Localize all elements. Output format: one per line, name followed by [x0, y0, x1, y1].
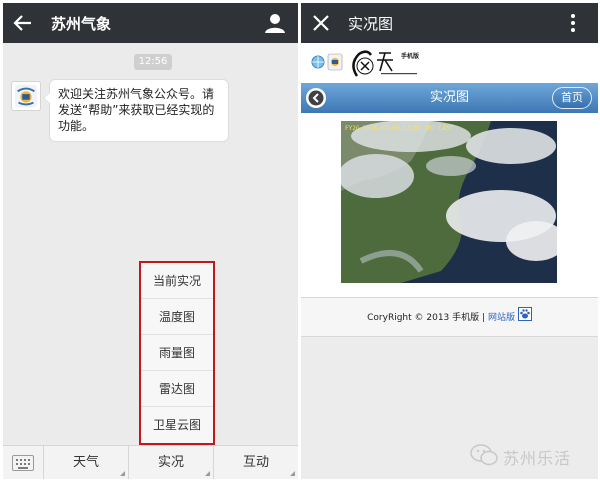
webview-panel: 实况图 手机版 实况图 首页 FY2G 2016-03-05 07:01 IR1… — [301, 3, 598, 479]
page-footer: CoryRight © 2013 手机版 | 网站版 — [301, 297, 598, 337]
tab-live[interactable]: 实况 — [128, 446, 213, 479]
page-navbar: 实况图 首页 — [301, 83, 598, 113]
weather-logo-icon — [327, 53, 343, 71]
back-arrow-icon[interactable] — [11, 11, 35, 35]
mobile-version-text: 手机版 — [452, 313, 480, 323]
close-icon[interactable] — [311, 13, 331, 33]
watermark: 苏州乐活 — [469, 444, 579, 468]
menu-item-satellite[interactable]: 卫星云图 — [141, 407, 213, 443]
tab-weather[interactable]: 天气 — [43, 446, 128, 479]
submenu-indicator-icon — [205, 471, 210, 476]
chat-title: 苏州气象 — [51, 15, 112, 33]
wechat-icon — [470, 444, 498, 466]
satellite-cloud-image[interactable] — [341, 121, 557, 283]
tab-weather-label: 天气 — [72, 455, 99, 470]
menu-item-temperature[interactable]: 温度图 — [141, 299, 213, 335]
keyboard-icon[interactable] — [12, 455, 34, 471]
globe-icon — [311, 55, 325, 69]
desktop-site-link[interactable]: 网站版 — [488, 313, 515, 323]
account-avatar[interactable] — [11, 81, 41, 111]
brand-edition-label: 手机版 — [401, 53, 420, 60]
copyright-text: CoryRight © 2013 — [367, 313, 450, 323]
watermark-text: 苏州乐活 — [503, 449, 572, 468]
bottom-menu-bar: 天气 实况 互动 — [3, 445, 298, 479]
menu-item-rainfall[interactable]: 雨量图 — [141, 335, 213, 371]
more-vertical-icon[interactable] — [570, 13, 576, 33]
page-content: FY2G 2016-03-05 07:01 IR1 CAST — [301, 113, 598, 297]
welcome-message: 欢迎关注苏州气象公众号。请发送“帮助”来获取已经实现的功能。 — [43, 79, 229, 142]
site-brand-logo — [352, 50, 417, 77]
submenu-indicator-icon — [290, 471, 295, 476]
tab-live-label: 实况 — [157, 455, 184, 470]
tab-interact[interactable]: 互动 — [213, 446, 298, 479]
submenu-indicator-icon — [120, 471, 125, 476]
satellite-image-caption: FY2G 2016-03-05 07:01 IR1 CAST — [345, 125, 454, 132]
footer-separator: | — [482, 313, 486, 323]
webview-header: 实况图 — [301, 3, 598, 43]
site-logo-bar: 手机版 — [301, 43, 598, 83]
paw-icon[interactable] — [517, 307, 532, 321]
menu-item-current[interactable]: 当前实况 — [141, 263, 213, 299]
home-button[interactable]: 首页 — [552, 87, 592, 109]
chat-header: 苏州气象 — [3, 3, 298, 43]
chat-panel: 苏州气象 12:56 欢迎关注苏州气象公众号。请发送“帮助”来获取已经实现的功能… — [3, 3, 298, 479]
person-icon[interactable] — [264, 12, 286, 34]
webview-title: 实况图 — [348, 15, 394, 33]
tab-interact-label: 互动 — [242, 455, 269, 470]
popup-menu: 当前实况 温度图 雨量图 雷达图 卫星云图 — [139, 261, 215, 445]
menu-item-radar[interactable]: 雷达图 — [141, 371, 213, 407]
message-timestamp: 12:56 — [134, 54, 172, 70]
